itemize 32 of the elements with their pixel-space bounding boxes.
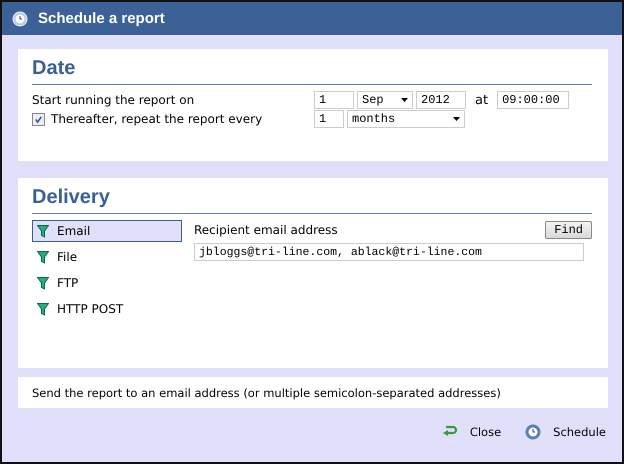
year-field[interactable]: 2012: [416, 91, 466, 109]
return-arrow-icon: [442, 425, 458, 439]
repeat-count-field[interactable]: 1: [314, 110, 344, 128]
recipient-label: Recipient email address: [194, 223, 338, 237]
delivery-method-item[interactable]: FTP: [32, 272, 182, 294]
month-dropdown[interactable]: Sep: [357, 91, 413, 109]
delivery-method-item[interactable]: HTTP POST: [32, 298, 182, 320]
hint-text: Send the report to an email address (or multiple semicolon-separated addresses): [18, 377, 608, 408]
day-field[interactable]: 1: [314, 91, 354, 109]
caret-icon: [401, 98, 408, 102]
delivery-method-item[interactable]: Email: [32, 220, 182, 242]
at-label: at: [475, 92, 488, 108]
time-field[interactable]: 09:00:00: [497, 91, 570, 109]
funnel-icon: [37, 276, 49, 290]
section-heading: Date: [32, 57, 76, 80]
find-button[interactable]: Find: [545, 221, 592, 239]
funnel-icon: [37, 250, 49, 264]
repeat-unit-dropdown[interactable]: months: [347, 110, 465, 128]
clock-icon: [12, 10, 28, 26]
recipient-field[interactable]: jbloggs@tri-line.com, ablack@tri-line.com: [194, 243, 584, 261]
delivery-method-item[interactable]: File: [32, 246, 182, 268]
window-title: Schedule a report: [38, 10, 165, 27]
close-button[interactable]: Close: [442, 424, 502, 440]
repeat-checkbox[interactable]: [32, 112, 45, 126]
funnel-icon: [37, 302, 49, 316]
repeat-label: Thereafter, repeat the report every: [51, 112, 262, 126]
start-label: Start running the report on: [32, 93, 194, 107]
schedule-button[interactable]: Schedule: [525, 424, 606, 440]
section-heading: Delivery: [32, 186, 111, 209]
caret-icon: [453, 117, 460, 121]
funnel-icon: [37, 224, 49, 238]
clock-icon: [525, 424, 542, 440]
